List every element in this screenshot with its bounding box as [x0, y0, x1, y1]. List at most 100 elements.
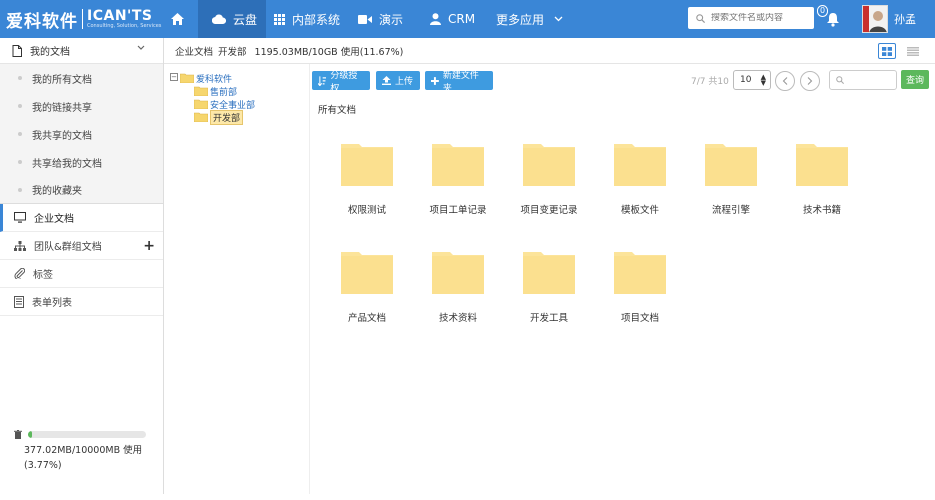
folder-icon [194, 86, 208, 96]
folder-icon [614, 144, 666, 186]
new-folder-button-label: 新建文件夹 [442, 70, 479, 94]
folder-name: 项目文档 [620, 313, 659, 324]
sidebar-item-link-shares[interactable]: 我的链接共享 [0, 92, 163, 120]
sidebar-header-label: 我的文档 [30, 47, 70, 58]
breadcrumb-current[interactable]: 开发部 [218, 44, 247, 58]
quota-row [14, 430, 154, 439]
sidebar-item-label: 我的收藏夹 [32, 186, 82, 197]
folder-icon [614, 252, 666, 294]
notifications[interactable]: 0 [817, 5, 843, 33]
global-search[interactable] [688, 7, 814, 29]
bullet-dot [18, 104, 22, 108]
nav-demo[interactable]: 演示 [350, 0, 403, 38]
breadcrumb-usage: 1195.03MB/10GB 使用(11.67%) [254, 46, 404, 58]
breadcrumb: 企业文档 开发部 1195.03MB/10GB 使用(11.67%) [164, 38, 935, 64]
folder-name: 项目变更记录 [520, 205, 578, 216]
page-size-select[interactable]: 10 ▲ ▼ [733, 70, 771, 90]
query-button[interactable]: 查询 [901, 70, 929, 89]
new-folder-button[interactable]: 新建文件夹 [425, 71, 493, 94]
upload-button-label: 上传 [395, 77, 414, 87]
tree-node-label: 售前部 [210, 87, 238, 98]
bullet-dot [18, 76, 22, 80]
username[interactable]: 孙孟 [894, 11, 916, 27]
folder-item[interactable]: 模板文件 [605, 142, 675, 232]
folder-item[interactable]: 项目工单记录 [423, 142, 493, 232]
sidebar-item-shared-with-me[interactable]: 共享给我的文档 [0, 148, 163, 176]
sidebar-item-enterprise-docs[interactable]: 企业文档 [0, 204, 163, 232]
nav-demo-label: 演示 [379, 12, 404, 27]
folder-icon [180, 73, 194, 83]
sidebar-item-tags[interactable]: 标签 [0, 260, 163, 288]
sidebar-item-team-docs[interactable]: 团队&群组文档 + [0, 232, 163, 260]
brand-name-en: ICAN'TS [87, 8, 153, 24]
tree-node-label: 爱科软件 [196, 74, 233, 85]
sidebar-item-my-shared[interactable]: 我共享的文档 [0, 120, 163, 148]
tree-node-root[interactable]: 爱科软件 [180, 72, 233, 85]
trash-icon[interactable] [14, 430, 22, 439]
folder-name: 产品文档 [347, 313, 386, 324]
form-icon [14, 295, 24, 308]
folder-item[interactable]: 项目文档 [605, 250, 675, 340]
sidebar-my-docs-header[interactable]: 我的文档 [0, 38, 163, 64]
updown-arrow-icon: ▲ ▼ [760, 73, 766, 87]
folder-icon [194, 99, 208, 109]
bullet-dot [18, 160, 22, 164]
sidebar-item-all-docs[interactable]: 我的所有文档 [0, 64, 163, 92]
paperclip-icon [14, 268, 25, 279]
upload-button[interactable]: 上传 [376, 71, 420, 90]
folder-icon [705, 144, 757, 186]
nav-home[interactable] [164, 0, 198, 38]
folder-tree [164, 64, 310, 494]
tree-node-presales[interactable]: 售前部 [194, 85, 238, 98]
brand-logo[interactable]: 爱科软件 ICAN'TS Consulting, Solution, Servi… [6, 8, 161, 32]
folder-icon [796, 144, 848, 186]
nav-cloud[interactable]: 云盘 [198, 0, 266, 38]
tree-node-dev[interactable]: 开发部 [194, 109, 244, 125]
folder-item[interactable]: 开发工具 [514, 250, 584, 340]
next-page-button[interactable] [800, 71, 820, 91]
plus-icon [431, 76, 439, 85]
permission-button-label: 分级授权 [330, 70, 358, 94]
add-team-button[interactable]: + [143, 238, 155, 254]
bell-icon [827, 13, 839, 27]
breadcrumb-root[interactable]: 企业文档 [175, 44, 213, 58]
global-search-input[interactable] [711, 13, 811, 23]
nav-internal-system[interactable]: 内部系统 [266, 0, 340, 38]
sidebar: 我的文档 我的所有文档 我的链接共享 我共享的文档 共享给我的文档 我的收藏夹 … [0, 38, 164, 494]
permission-button[interactable]: 分级授权 [312, 71, 370, 94]
folder-name: 权限测试 [347, 205, 386, 216]
page-size-value: 10 [740, 75, 752, 85]
video-icon [358, 14, 372, 24]
avatar[interactable] [862, 5, 888, 33]
folder-name: 流程引擎 [711, 205, 750, 216]
folder-icon [341, 144, 393, 186]
folder-item[interactable]: 项目变更记录 [514, 142, 584, 232]
user-photo-icon [863, 6, 887, 32]
nav-more-apps[interactable]: 更多应用 [490, 0, 570, 38]
sidebar-item-label: 我的链接共享 [32, 102, 92, 114]
cloud-icon [212, 14, 226, 24]
sidebar-item-favorites[interactable]: 我的收藏夹 [0, 176, 163, 204]
quota-progress-fill [28, 431, 33, 438]
sidebar-item-label: 共享给我的文档 [32, 158, 102, 170]
search-icon [836, 76, 844, 84]
prev-page-button[interactable] [775, 71, 795, 91]
search-icon [696, 13, 705, 23]
tree-collapse-toggle[interactable]: − [170, 73, 178, 81]
tree-node-security[interactable]: 安全事业部 [194, 98, 255, 111]
sidebar-item-label: 企业文档 [34, 214, 74, 225]
folder-item[interactable]: 流程引擎 [696, 142, 766, 232]
grid-view-button[interactable] [878, 43, 896, 59]
sidebar-item-forms[interactable]: 表单列表 [0, 288, 163, 316]
home-icon [171, 13, 184, 25]
folder-item[interactable]: 技术书籍 [787, 142, 857, 232]
folder-search-input[interactable] [829, 70, 897, 90]
section-title: 所有文档 [318, 105, 357, 116]
folder-name: 开发工具 [529, 313, 568, 324]
folder-item[interactable]: 产品文档 [332, 250, 402, 340]
folder-item[interactable]: 技术资料 [423, 250, 493, 340]
nav-crm[interactable]: CRM [424, 0, 475, 38]
monitor-icon [14, 212, 26, 223]
folder-item[interactable]: 权限测试 [332, 142, 402, 232]
list-view-button[interactable] [904, 43, 922, 59]
